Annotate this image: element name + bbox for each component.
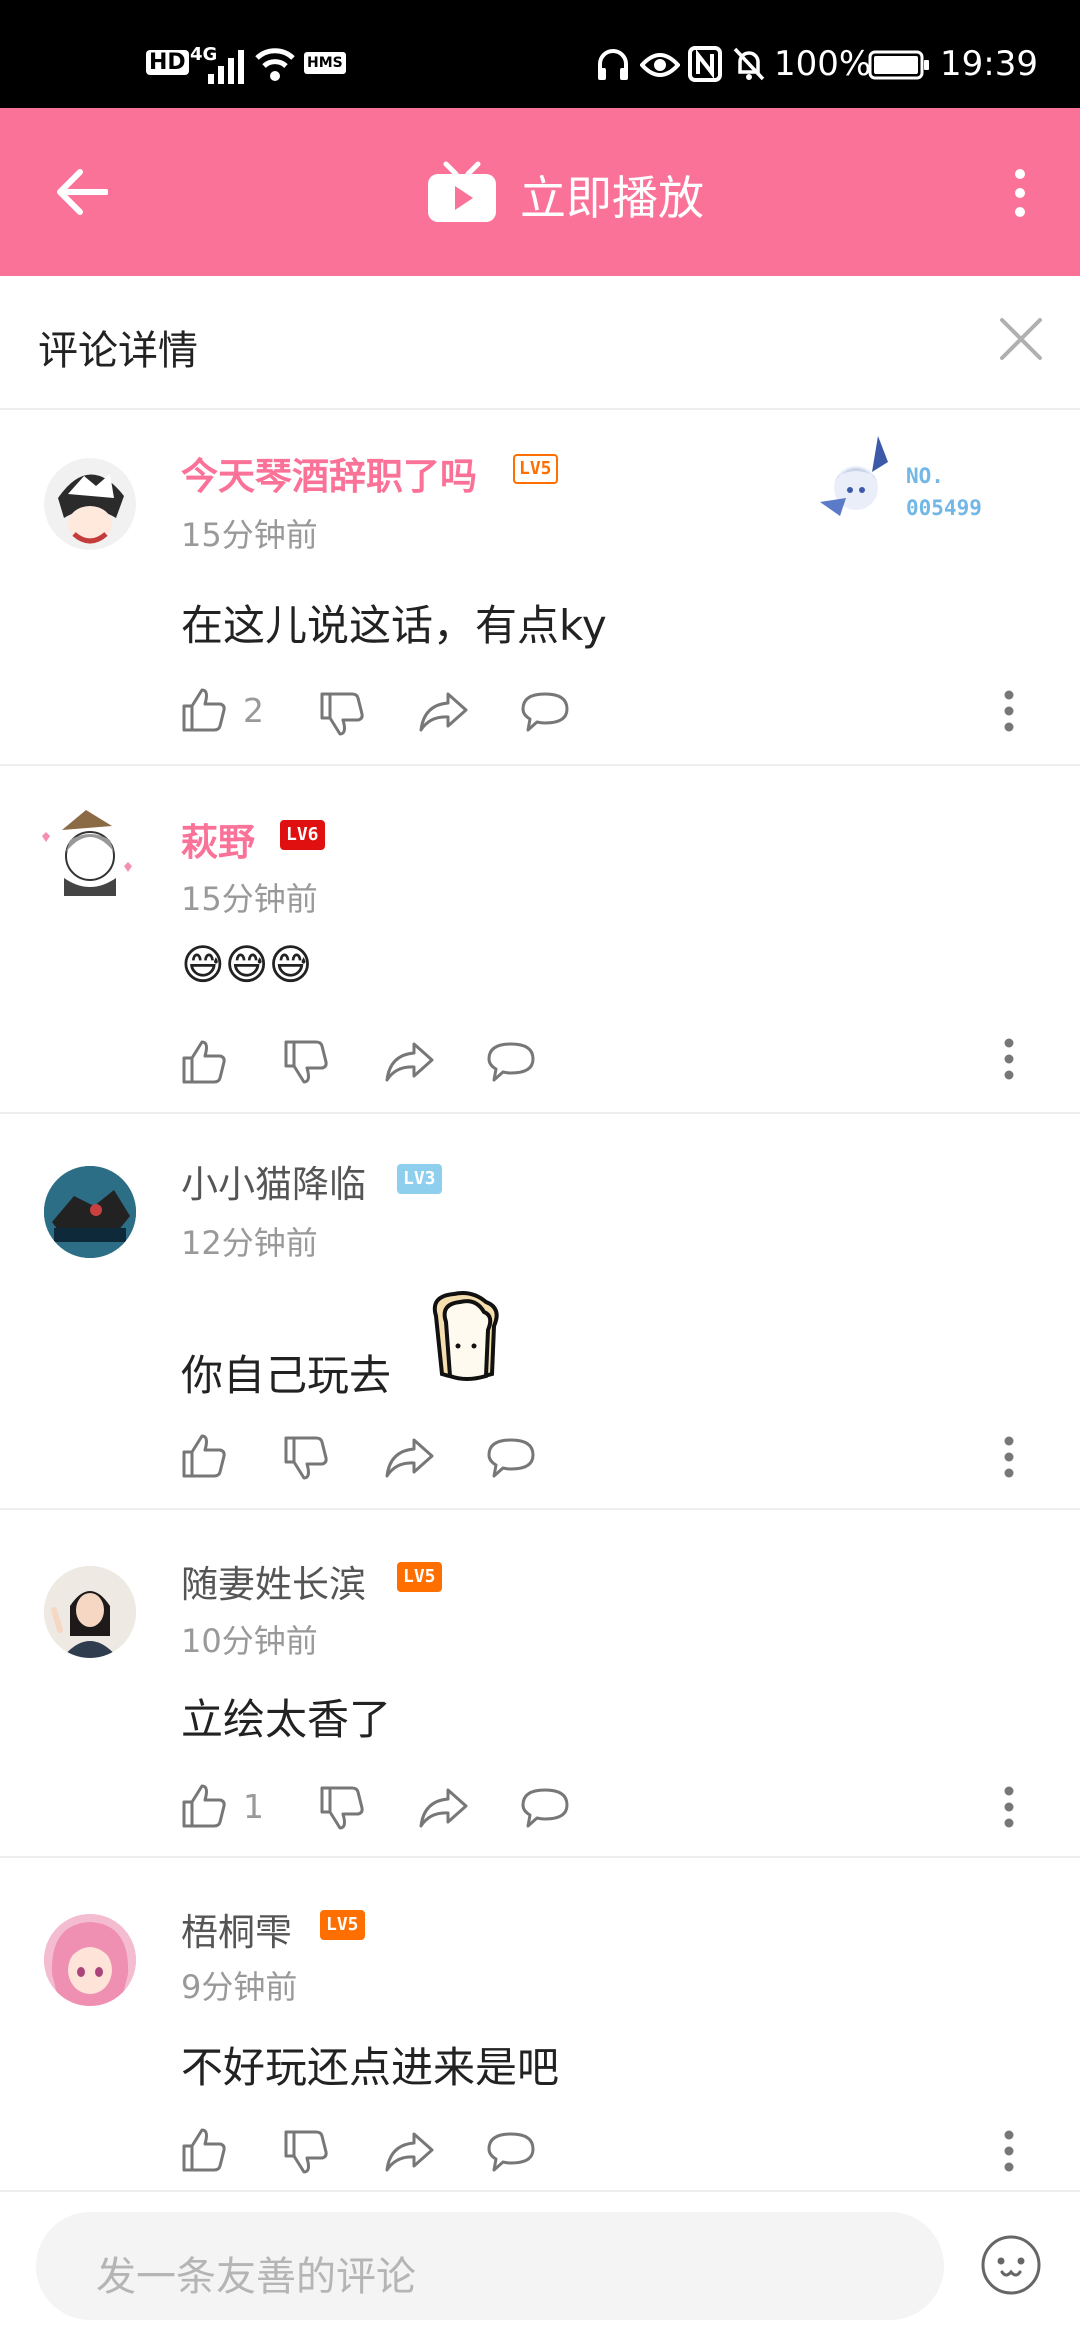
- timestamp: 12分钟前: [181, 1224, 318, 1262]
- share-icon[interactable]: [384, 1040, 434, 1084]
- reply-icon[interactable]: [486, 1436, 536, 1480]
- level-badge: LV5: [513, 454, 558, 484]
- comment-item: 今天琴酒辞职了吗 LV5 NO. 005499 15分钟前 在这儿说这话，有点k…: [0, 410, 1080, 764]
- more-vert-icon[interactable]: [1012, 168, 1028, 218]
- comment-input[interactable]: 发一条友善的评论: [36, 2212, 944, 2320]
- avatar[interactable]: [34, 796, 144, 906]
- level-badge: LV5: [320, 1910, 365, 1940]
- comment-more-icon[interactable]: [1004, 1436, 1014, 1478]
- avatar[interactable]: [44, 458, 136, 550]
- timestamp: 10分钟前: [181, 1622, 318, 1660]
- comment-text: 立绘太香了: [181, 1695, 392, 1744]
- headphones-icon: [598, 49, 628, 80]
- share-icon[interactable]: [418, 1786, 468, 1830]
- username[interactable]: 小小猫降临: [181, 1154, 366, 1208]
- comment-more-icon[interactable]: [1004, 1786, 1014, 1828]
- badge-label: NO.: [906, 464, 944, 488]
- app-bar: 立即播放: [0, 108, 1080, 276]
- level-badge: LV3: [397, 1164, 442, 1194]
- username[interactable]: 今天琴酒辞职了吗: [181, 446, 477, 500]
- username[interactable]: 梧桐雫: [181, 1902, 292, 1956]
- comment-text: 不好玩还点进来是吧: [181, 2043, 560, 2092]
- comment-item: 萩野 LV6 15分钟前 😅😅😅: [0, 766, 1080, 1112]
- footer-divider: [0, 2190, 1080, 2192]
- like-icon[interactable]: [180, 1038, 228, 1086]
- character-badge-icon: [820, 436, 888, 516]
- badge-number: 005499: [906, 496, 982, 520]
- level-badge: LV6: [280, 820, 325, 850]
- username[interactable]: 随妻姓长滨: [181, 1554, 366, 1608]
- like-icon[interactable]: [180, 2126, 228, 2174]
- close-icon[interactable]: [996, 314, 1046, 364]
- hms-badge: HMS: [304, 52, 346, 74]
- comment-item: 随妻姓长滨 LV5 10分钟前 立绘太香了 1: [0, 1510, 1080, 1856]
- like-count: 2: [243, 691, 264, 730]
- clock: 19:39: [940, 44, 1038, 84]
- timestamp: 15分钟前: [181, 516, 318, 554]
- bread-sticker-icon: [432, 1291, 499, 1381]
- signal-icon: [208, 50, 244, 84]
- comment-more-icon[interactable]: [1004, 690, 1014, 732]
- fan-badge[interactable]: NO. 005499: [816, 432, 1016, 532]
- tv-play-icon: [428, 161, 496, 222]
- reply-icon[interactable]: [520, 690, 570, 734]
- share-icon[interactable]: [384, 2130, 434, 2174]
- level-badge: LV5: [397, 1562, 442, 1592]
- wifi-icon: [255, 48, 295, 81]
- share-icon[interactable]: [418, 690, 468, 734]
- comment-item: 梧桐雫 LV5 9分钟前 不好玩还点进来是吧: [0, 1858, 1080, 2190]
- dislike-icon[interactable]: [282, 1434, 330, 1482]
- mute-bell-icon: [733, 47, 765, 81]
- battery-percent: 100%: [774, 44, 872, 84]
- comment-text: 😅😅😅: [181, 940, 313, 989]
- play-now-title[interactable]: 立即播放: [520, 162, 704, 228]
- panel-title: 评论详情: [38, 328, 198, 374]
- avatar[interactable]: [44, 1166, 136, 1258]
- battery-icon: [868, 50, 929, 80]
- username[interactable]: 萩野: [181, 812, 255, 866]
- reply-icon[interactable]: [486, 2130, 536, 2174]
- dislike-icon[interactable]: [282, 2128, 330, 2176]
- hd-badge: HD: [146, 50, 189, 75]
- dislike-icon[interactable]: [318, 690, 366, 738]
- comment-item: 小小猫降临 LV3 12分钟前 你自己玩去: [0, 1114, 1080, 1508]
- timestamp: 15分钟前: [181, 880, 318, 918]
- status-bar: HD 4G HMS 100% 19:39: [0, 0, 1080, 108]
- comment-text: 你自己玩去: [181, 1351, 392, 1400]
- timestamp: 9分钟前: [181, 1968, 298, 2006]
- avatar[interactable]: [44, 1914, 136, 2006]
- eye-comfort-icon: [640, 53, 680, 77]
- dislike-icon[interactable]: [282, 1038, 330, 1086]
- comment-more-icon[interactable]: [1004, 1038, 1014, 1080]
- comment-input-placeholder: 发一条友善的评论: [96, 2254, 416, 2300]
- share-icon[interactable]: [384, 1436, 434, 1480]
- avatar[interactable]: [44, 1566, 136, 1658]
- reply-icon[interactable]: [520, 1786, 570, 1830]
- dislike-icon[interactable]: [318, 1784, 366, 1832]
- reply-icon[interactable]: [486, 1040, 536, 1084]
- nfc-icon: [688, 46, 722, 82]
- like-icon[interactable]: [180, 1432, 228, 1480]
- like-icon[interactable]: [180, 686, 228, 734]
- like-count: 1: [243, 1787, 264, 1826]
- emoji-icon[interactable]: [980, 2234, 1042, 2296]
- back-arrow-icon[interactable]: [56, 168, 108, 216]
- comment-text: 在这儿说这话，有点ky: [181, 601, 607, 650]
- like-icon[interactable]: [180, 1782, 228, 1830]
- comment-more-icon[interactable]: [1004, 2130, 1014, 2172]
